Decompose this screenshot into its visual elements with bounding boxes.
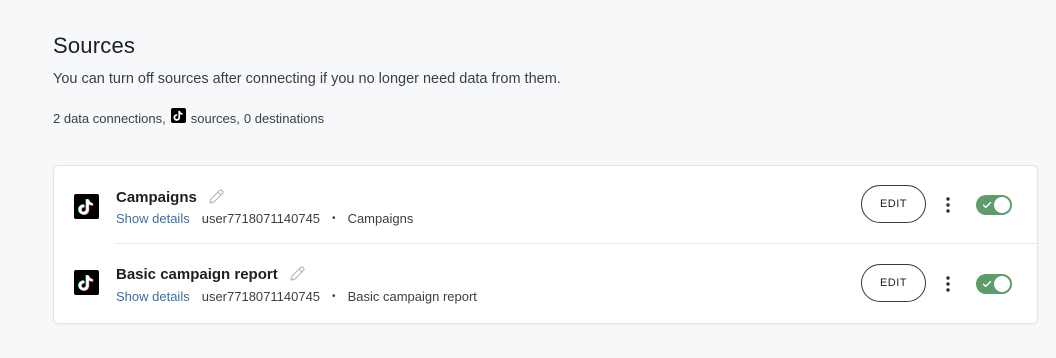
sources-list: Campaigns Show details user7718071140745…	[53, 165, 1038, 324]
enable-toggle[interactable]	[976, 274, 1012, 294]
connections-count: 2 data connections,	[53, 111, 166, 126]
tiktok-icon	[170, 108, 186, 123]
show-details-link[interactable]: Show details	[116, 289, 190, 304]
tiktok-icon	[74, 270, 99, 295]
destinations-count: 0 destinations	[243, 111, 325, 126]
pencil-icon[interactable]	[288, 265, 306, 283]
source-name-label: Basic campaign report	[116, 265, 278, 283]
pencil-icon[interactable]	[207, 188, 225, 206]
source-name: Campaigns	[116, 188, 225, 206]
sources-count: sources,	[190, 111, 240, 126]
source-meta: Show details user7718071140745 • Basic c…	[116, 289, 477, 304]
check-icon	[982, 201, 992, 209]
page-subtitle: You can turn off sources after connectin…	[53, 71, 561, 87]
check-icon	[982, 280, 992, 288]
tiktok-icon	[74, 194, 99, 219]
source-row: Basic campaign report Show details user7…	[54, 244, 1037, 322]
source-name: Basic campaign report	[116, 265, 306, 283]
enable-toggle[interactable]	[976, 195, 1012, 215]
sources-page: Sources You can turn off sources after c…	[0, 0, 1056, 358]
report-type: Basic campaign report	[347, 289, 477, 304]
more-options-icon[interactable]	[938, 273, 958, 295]
report-type: Campaigns	[347, 211, 414, 226]
toggle-knob	[994, 197, 1010, 213]
toggle-knob	[994, 276, 1010, 292]
more-options-icon[interactable]	[938, 194, 958, 216]
edit-button[interactable]: EDIT	[861, 264, 926, 302]
show-details-link[interactable]: Show details	[116, 211, 190, 226]
account-user: user7718071140745	[201, 211, 321, 226]
source-row: Campaigns Show details user7718071140745…	[54, 166, 1037, 244]
separator-dot: •	[332, 291, 336, 302]
edit-button[interactable]: EDIT	[861, 185, 926, 223]
account-user: user7718071140745	[201, 289, 321, 304]
separator-dot: •	[332, 213, 336, 224]
page-title: Sources	[53, 33, 136, 58]
connections-summary: 2 data connections, sources, 0 destinati…	[53, 108, 325, 126]
source-meta: Show details user7718071140745 • Campaig…	[116, 211, 413, 226]
source-name-label: Campaigns	[116, 188, 197, 206]
